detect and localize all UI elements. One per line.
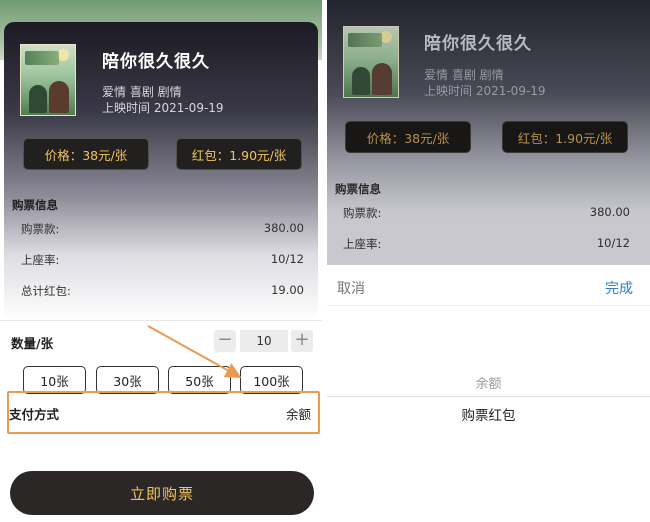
movie-poster [20,44,76,116]
occupancy-label: 上座率: [21,253,60,267]
quantity-minus-button[interactable]: − [214,330,236,352]
movie-title: 陪你很久很久 [102,52,210,72]
divider [0,320,322,321]
price-badge-dimmed: 价格：38元/张 [345,121,471,153]
picker-done-button[interactable]: 完成 [605,278,633,298]
picker-option-redpacket[interactable]: 购票红包 [327,404,650,424]
ticket-amount-label: 购票款: [21,222,60,236]
ticket-amount-label-dimmed: 购票款: [343,206,382,220]
payment-picker-sheet: 取消 完成 余额 购票红包 [327,265,650,522]
redpacket-badge: 红包：1.90元/张 [176,138,302,170]
left-screen: 陪你很久很久 爱情 喜剧 剧情 上映时间 2021-09-19 价格：38元/张… [0,0,322,522]
quantity-option-10[interactable]: 10张 [23,366,86,394]
occupancy-label-dimmed: 上座率: [343,237,382,251]
quantity-option-30[interactable]: 30张 [96,366,159,394]
quantity-option-100[interactable]: 100张 [240,366,303,394]
purchase-info-title-dimmed: 购票信息 [335,182,381,196]
price-badge: 价格：38元/张 [23,138,149,170]
quantity-option-50[interactable]: 50张 [168,366,231,394]
picker-header-divider [327,305,650,306]
movie-release-dimmed: 上映时间 2021-09-19 [424,84,546,98]
payment-highlight-box [7,391,320,434]
quantity-plus-button[interactable]: + [291,330,313,352]
picker-selection-line [327,396,650,397]
movie-release-date: 上映时间 2021-09-19 [102,101,224,115]
quantity-label: 数量/张 [11,336,54,351]
picker-option-balance[interactable]: 余额 [327,373,650,392]
occupancy-value-dimmed: 10/12 [596,236,630,250]
picker-cancel-button[interactable]: 取消 [337,278,365,298]
movie-title-dimmed: 陪你很久很久 [424,34,532,54]
movie-poster-dimmed [343,26,399,98]
redpacket-badge-dimmed: 红包：1.90元/张 [502,121,628,153]
movie-genres-dimmed: 爱情 喜剧 剧情 [424,68,504,82]
purchase-info-title: 购票信息 [12,198,58,212]
occupancy-value: 10/12 [270,252,304,266]
buy-now-button[interactable]: 立即购票 [10,471,314,515]
total-redpacket-value: 19.00 [271,283,304,297]
ticket-amount-value-dimmed: 380.00 [589,205,630,219]
quantity-input[interactable]: 10 [240,330,288,352]
ticket-amount-value: 380.00 [263,221,304,235]
movie-genres: 爱情 喜剧 剧情 [102,85,182,99]
total-redpacket-label: 总计红包: [21,284,71,298]
right-screen: 陪你很久很久 爱情 喜剧 剧情 上映时间 2021-09-19 价格：38元/张… [327,0,650,522]
